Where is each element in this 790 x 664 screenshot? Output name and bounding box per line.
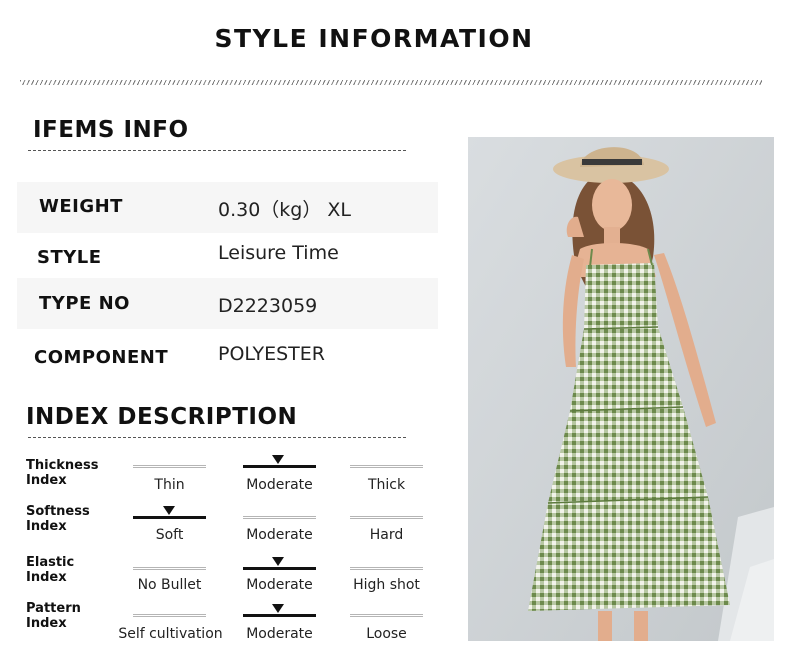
pattern-selected-marker <box>272 604 284 613</box>
pattern-option-moderate: Moderate <box>246 626 313 642</box>
items-info-title: IFEMS INFO <box>33 117 189 143</box>
info-label-component: COMPONENT <box>34 347 169 368</box>
softness-option-moderate: Moderate <box>246 527 313 543</box>
softness-selected-marker <box>163 506 175 515</box>
softness-bar-soft <box>133 516 206 519</box>
pattern-option-loose: Loose <box>366 626 407 642</box>
info-label-style: STYLE <box>37 247 102 268</box>
softness-option-hard: Hard <box>369 527 404 543</box>
elastic-option-no-bullet: No Bullet <box>137 577 202 593</box>
index-label-elastic: Elastic Index <box>26 555 75 585</box>
pattern-bar-moderate <box>243 614 316 617</box>
info-value-component: POLYESTER <box>218 343 325 365</box>
hatched-divider <box>20 80 762 85</box>
softness-bar-hard <box>350 516 423 519</box>
thickness-bar-thin <box>133 465 206 468</box>
index-label-pattern: Pattern Index <box>26 601 81 631</box>
elastic-bar-no-bullet <box>133 567 206 570</box>
info-value-type-no: D2223059 <box>218 295 318 317</box>
softness-option-soft: Soft <box>155 527 184 543</box>
elastic-option-high-shot: High shot <box>353 577 420 593</box>
elastic-option-moderate: Moderate <box>246 577 313 593</box>
pattern-option-self-cultivation: Self cultivation <box>118 626 223 642</box>
index-description-title: INDEX DESCRIPTION <box>26 404 298 430</box>
info-label-weight: WEIGHT <box>39 196 123 217</box>
thickness-bar-moderate <box>243 465 316 468</box>
info-value-style: Leisure Time <box>218 242 339 264</box>
thickness-selected-marker <box>272 455 284 464</box>
elastic-selected-marker <box>272 557 284 566</box>
items-info-divider <box>28 150 406 151</box>
elastic-bar-moderate <box>243 567 316 570</box>
thickness-bar-thick <box>350 465 423 468</box>
thickness-option-moderate: Moderate <box>246 477 313 493</box>
index-description-divider <box>28 437 406 438</box>
elastic-bar-high-shot <box>350 567 423 570</box>
pattern-bar-loose <box>350 614 423 617</box>
info-value-weight: 0.30（kg） XL <box>218 199 352 221</box>
page-title: STYLE INFORMATION <box>214 24 534 53</box>
model-illustration <box>468 137 774 641</box>
index-label-thickness: Thickness Index <box>26 458 99 488</box>
product-photo <box>468 137 774 641</box>
thickness-option-thin: Thin <box>154 477 185 493</box>
info-label-type-no: TYPE NO <box>39 293 130 314</box>
thickness-option-thick: Thick <box>367 477 406 493</box>
softness-bar-moderate <box>243 516 316 519</box>
index-label-softness: Softness Index <box>26 504 90 534</box>
pattern-bar-self-cultivation <box>133 614 206 617</box>
